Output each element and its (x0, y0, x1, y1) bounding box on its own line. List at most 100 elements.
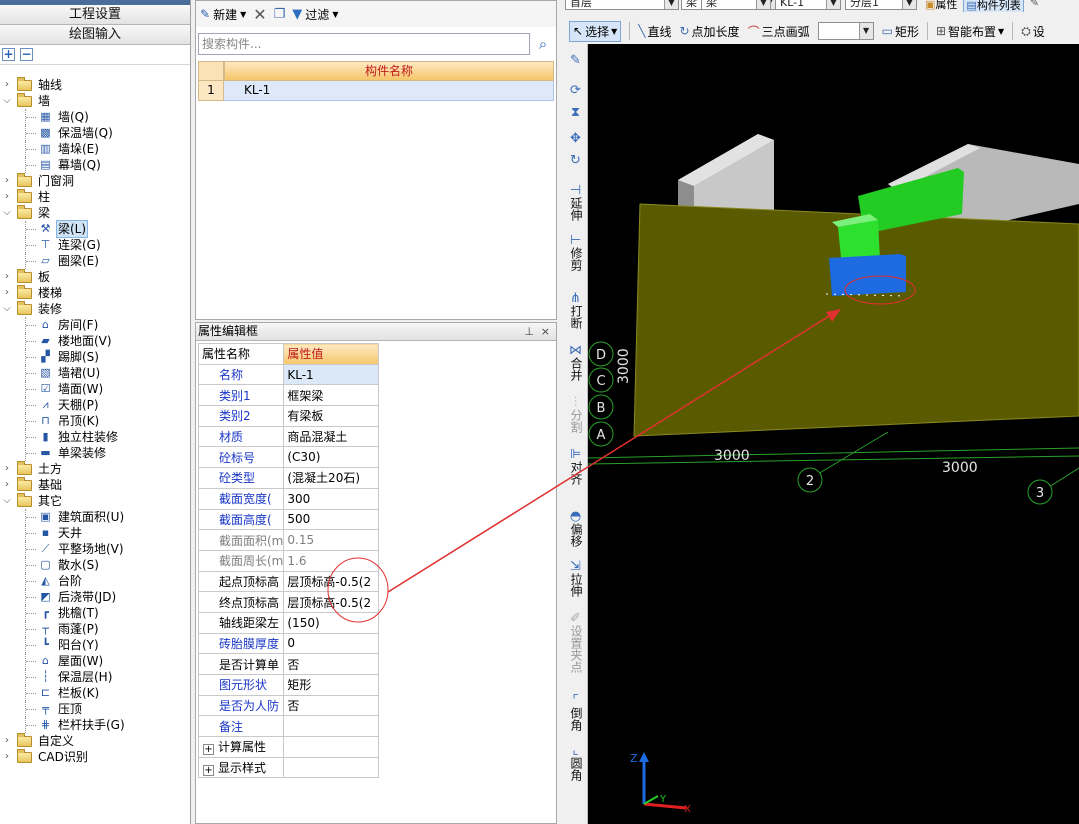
rectangle-tool-button[interactable]: ▭ 矩形 (882, 23, 919, 40)
property-value[interactable]: (150) (283, 611, 380, 634)
expand-all-button[interactable]: + (2, 48, 15, 61)
tree-folder-item[interactable]: › 土方 (0, 461, 190, 477)
tree-item[interactable]: ⊤ 连梁(G) (0, 237, 190, 253)
chevron-right-icon[interactable]: › (2, 285, 12, 301)
tree-item[interactable]: ▰ 楼地面(V) (0, 333, 190, 349)
tree-item[interactable]: ⩘ 天棚(P) (0, 397, 190, 413)
vtool-merge-button[interactable]: ⋈ 合并 (565, 344, 586, 381)
vtool-trim-button[interactable]: ⊢ 修剪 (565, 234, 586, 271)
delete-icon[interactable]: ✕ (253, 5, 266, 24)
chevron-down-icon[interactable]: ⌵ (2, 93, 12, 109)
property-row[interactable]: 终点顶标高 层顶标高-0.5(2 (197, 591, 380, 613)
chevron-right-icon[interactable]: › (2, 77, 12, 93)
property-value[interactable]: 矩形 (283, 674, 380, 696)
tree-item[interactable]: ▱ 圈梁(E) (0, 253, 190, 269)
property-group-row[interactable]: + 计算属性 (197, 736, 380, 758)
property-row[interactable]: 是否计算单否 (197, 653, 380, 675)
table-row[interactable]: 1 KL-1 (198, 81, 554, 101)
tree-item[interactable]: ◩ 后浇带(JD) (0, 589, 190, 605)
tree-item[interactable]: ⊏ 栏板(K) (0, 685, 190, 701)
arc-mode-combo[interactable]: ▼ (817, 22, 874, 40)
floor-combo[interactable]: 首层 ▼ (565, 0, 679, 10)
select-tool-button[interactable]: ↖ 选择 ▼ (569, 20, 622, 42)
property-row[interactable]: 起点顶标高 层顶标高-0.5(2 (197, 570, 380, 593)
vtool-chamfer-button[interactable]: ⌜ 倒角 (565, 694, 586, 731)
property-row[interactable]: 是否为人防否 (197, 694, 380, 717)
property-row[interactable]: 砼标号 (C30) (197, 446, 380, 469)
property-row[interactable]: 截面高度(500 (197, 508, 380, 531)
chevron-down-icon[interactable]: ⌵ (2, 205, 12, 221)
settings-tool-button[interactable]: ⛭ 设 (1021, 23, 1045, 40)
vtool-rotate-button[interactable]: ↻ (565, 154, 586, 167)
project-settings-button[interactable]: 工程设置 (0, 5, 190, 25)
search-input[interactable]: 搜索构件... (198, 33, 530, 55)
property-row[interactable]: 截面面积(m 0.15 (197, 529, 380, 551)
vtool-split-button[interactable]: ⫶ 分割 (565, 396, 586, 433)
property-value[interactable]: 层顶标高-0.5(2 (283, 570, 380, 593)
property-tab[interactable]: ▣属性 (925, 0, 957, 12)
tree-item[interactable]: ▥ 墙垛(E) (0, 141, 190, 157)
tree-item[interactable]: ◭ 台阶 (0, 573, 190, 589)
point-length-tool-button[interactable]: ↻ 点加长度 (679, 23, 739, 40)
pin-icon[interactable]: ⊥ (524, 323, 534, 340)
property-value[interactable]: 0 (283, 632, 380, 655)
tree-folder-item[interactable]: › 楼梯 (0, 285, 190, 301)
tree-item[interactable]: ▣ 建筑面积(U) (0, 509, 190, 525)
property-value[interactable]: (混凝土20石) (283, 467, 380, 489)
expand-plus-icon[interactable]: + (203, 765, 214, 777)
tree-item[interactable]: ┏ 挑檐(T) (0, 605, 190, 621)
tree-item[interactable]: ⋕ 栏杆扶手(G) (0, 717, 190, 733)
tree-folder-item[interactable]: › 基础 (0, 477, 190, 493)
tree-item[interactable]: ⚒ 梁(L) (0, 220, 190, 238)
property-value[interactable]: 有梁板 (283, 405, 380, 427)
vtool-offset-button[interactable]: ◓ 偏移 (565, 510, 586, 547)
property-value[interactable]: 500 (283, 508, 380, 531)
vtool-move-button[interactable]: ✥ (565, 132, 586, 145)
tree-folder-item[interactable]: › 自定义 (0, 733, 190, 749)
search-icon[interactable]: ⌕ (532, 33, 554, 55)
tree-item[interactable]: ▩ 保温墙(Q) (0, 125, 190, 141)
component-combo[interactable]: KL-1 ▼ (775, 0, 841, 10)
cad-3d-viewport[interactable]: DCBA 2 3 3000 3000 3000 Z Y X (588, 44, 1079, 824)
property-group[interactable]: + 显示样式 (197, 756, 285, 779)
property-value[interactable]: 否 (283, 694, 380, 717)
tree-folder-item[interactable]: ⌵ 墙 (0, 93, 190, 109)
tree-item[interactable]: ▪ 天井 (0, 525, 190, 541)
tree-item[interactable]: ⟋ 平整场地(V) (0, 541, 190, 557)
property-value[interactable]: 框架梁 (283, 384, 380, 407)
property-row[interactable]: 图元形状 矩形 (197, 674, 380, 696)
property-row[interactable]: 砖胎膜厚度 0 (197, 632, 380, 655)
line-tool-button[interactable]: ╲ 直线 (638, 23, 671, 40)
close-icon[interactable]: × (541, 323, 550, 340)
property-row[interactable]: 类别1 框架梁 (197, 384, 380, 407)
chevron-down-icon[interactable]: ⌵ (2, 493, 12, 509)
chevron-right-icon[interactable]: › (2, 477, 12, 493)
tree-folder-item[interactable]: ⌵ 其它 (0, 493, 190, 509)
tree-item[interactable]: ▬ 单梁装修 (0, 445, 190, 461)
tree-item[interactable]: ┬ 雨蓬(P) (0, 621, 190, 637)
vtool-mirror-button[interactable]: ⧗ (565, 106, 586, 119)
three-point-arc-tool-button[interactable]: ⌒ 三点画弧 (748, 23, 810, 40)
property-row[interactable]: 轴线距梁左 (150) (197, 611, 380, 634)
chevron-down-icon[interactable]: ⌵ (2, 301, 12, 317)
tree-item[interactable]: ╤ 压顶 (0, 701, 190, 717)
component-list-tab[interactable]: ▤构件列表 (963, 0, 1024, 12)
property-value[interactable]: 300 (283, 487, 380, 510)
property-group-row[interactable]: + 显示样式 (197, 756, 380, 779)
copy-component-icon[interactable]: ❐ (274, 7, 286, 22)
property-row[interactable]: 备注 (197, 715, 380, 738)
filter-button[interactable]: ▼ 过滤 ▼ (292, 6, 338, 23)
tree-item[interactable]: ┗ 阳台(Y) (0, 637, 190, 653)
tree-item[interactable]: ▦ 墙(Q) (0, 109, 190, 125)
tree-item[interactable]: ⊓ 吊顶(K) (0, 413, 190, 429)
vtool-brush-button[interactable]: ✎ (565, 54, 586, 67)
property-value[interactable]: 否 (283, 653, 380, 675)
tree-item[interactable]: ▧ 墙裙(U) (0, 365, 190, 381)
tree-folder-item[interactable]: › 轴线 (0, 77, 190, 93)
property-value[interactable]: 1.6 (283, 549, 380, 572)
property-group[interactable]: + 计算属性 (197, 736, 285, 758)
property-value[interactable]: 商品混凝土 (283, 425, 380, 448)
property-value[interactable]: KL-1 (283, 363, 380, 386)
tree-item[interactable]: ┆ 保温层(H) (0, 669, 190, 685)
vtool-align-button[interactable]: ⊫ 对齐 (565, 448, 586, 485)
